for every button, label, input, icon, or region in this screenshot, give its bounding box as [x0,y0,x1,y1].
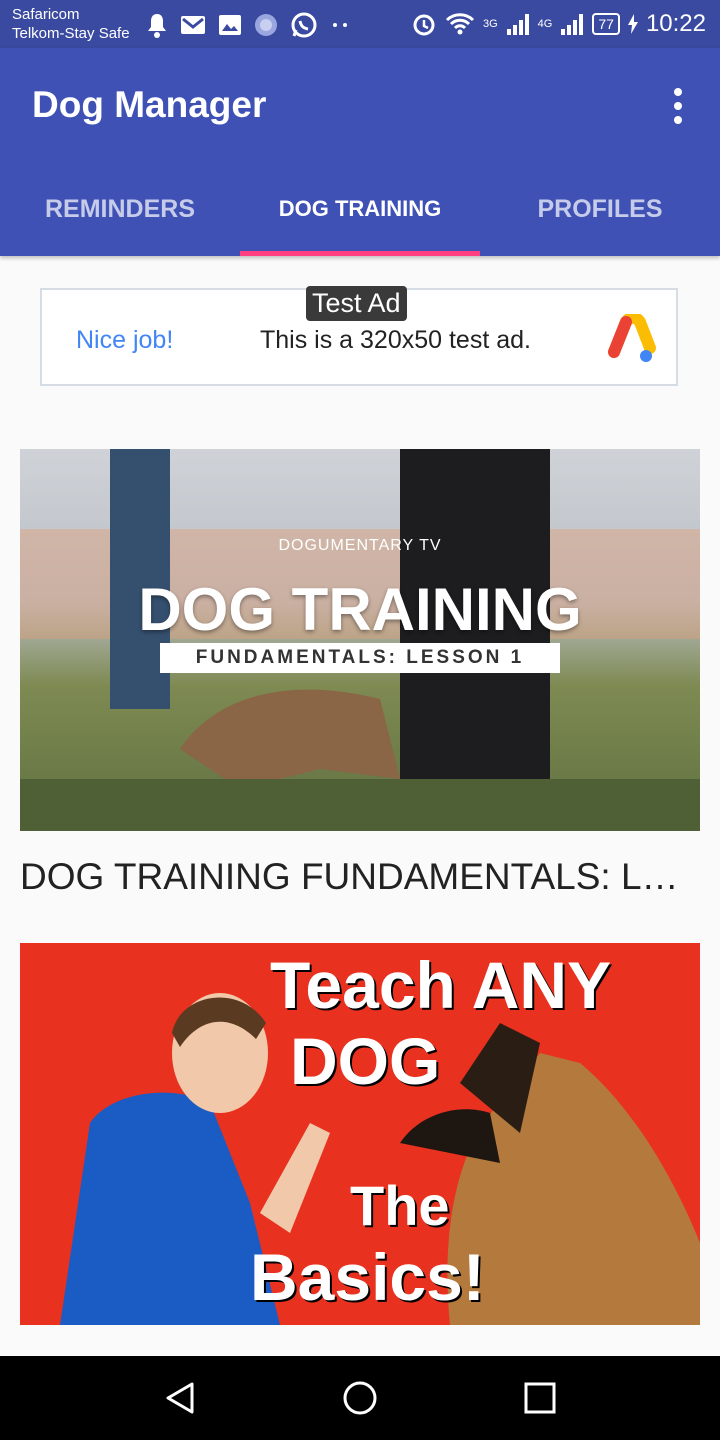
battery-level: 77 [592,13,620,35]
app-bar: Dog Manager REMINDERS DOG TRAINING PROFI… [0,48,720,256]
more-vert-icon-dot [674,102,682,110]
ad-description: This is a 320x50 test ad. [260,326,531,354]
thumbnail-2-line-3: The [350,1174,450,1237]
thumbnail-2-line-2: DOG [290,1024,441,1098]
recents-icon[interactable] [522,1380,558,1416]
signal-icon-2 [561,14,584,35]
adsense-logo-icon [608,314,656,362]
signal-icon [506,14,529,35]
wifi-icon [445,13,475,35]
status-right: 3G 4G 77 10:22 [411,8,706,40]
video-thumbnail-2[interactable]: Teach ANY DOG The Basics! [20,943,700,1325]
carrier-info: Safaricom Telkom-Stay Safe [12,5,130,43]
more-vert-icon [674,88,682,96]
network-4g-label: 4G [537,18,553,30]
whatsapp-icon [291,12,317,38]
app-icon [255,14,277,36]
tab-bar: REMINDERS DOG TRAINING PROFILES [0,162,720,256]
ad-label: Test Ad [306,286,407,321]
charging-icon [627,14,638,34]
ad-nice-text: Nice job! [76,326,174,354]
status-bar: Safaricom Telkom-Stay Safe 3G 4G 77 10:2… [0,0,720,48]
thumbnail-1-ribbon: FUNDAMENTALS: LESSON 1 [160,643,560,673]
thumbnail-1-subtitle: FUNDAMENTALS: LESSON 1 [195,647,525,668]
more-vert-icon-dot [674,116,682,124]
thumbnail-1-channel: DOGUMENTARY TV [278,537,442,554]
thumbnail-2-line-4: Basics! [250,1240,485,1314]
carrier-name-1: Safaricom [12,6,80,23]
mail-icon [181,16,205,34]
image-icon [219,15,241,35]
tab-profiles[interactable]: PROFILES [480,162,720,256]
overflow-menu-button[interactable] [666,88,690,124]
video-thumbnail-1[interactable]: DOGUMENTARY TV DOG TRAINING FUNDAMENTALS… [20,449,700,831]
thumbnail-1-headline: DOG TRAINING [138,576,582,643]
clock: 10:22 [645,10,706,37]
more-notifications-icon [333,23,347,27]
video-title-1[interactable]: DOG TRAINING FUNDAMENTALS: LESSON 1 [20,856,700,898]
network-3g-label: 3G [482,18,498,30]
back-icon[interactable] [162,1380,198,1416]
app-title: Dog Manager [32,84,267,125]
notification-icons [146,10,350,40]
tab-dog-training[interactable]: DOG TRAINING [240,162,480,256]
system-nav-bar [0,1356,720,1440]
test-ad-banner[interactable]: Nice job! This is a 320x50 test ad. Test… [40,286,678,386]
alarm-icon [413,14,435,36]
home-icon[interactable] [342,1380,378,1416]
tab-reminders[interactable]: REMINDERS [0,162,240,256]
bell-icon [148,14,166,38]
thumbnail-2-line-1: Teach ANY [270,948,612,1022]
carrier-name-2: Telkom-Stay Safe [12,25,130,42]
